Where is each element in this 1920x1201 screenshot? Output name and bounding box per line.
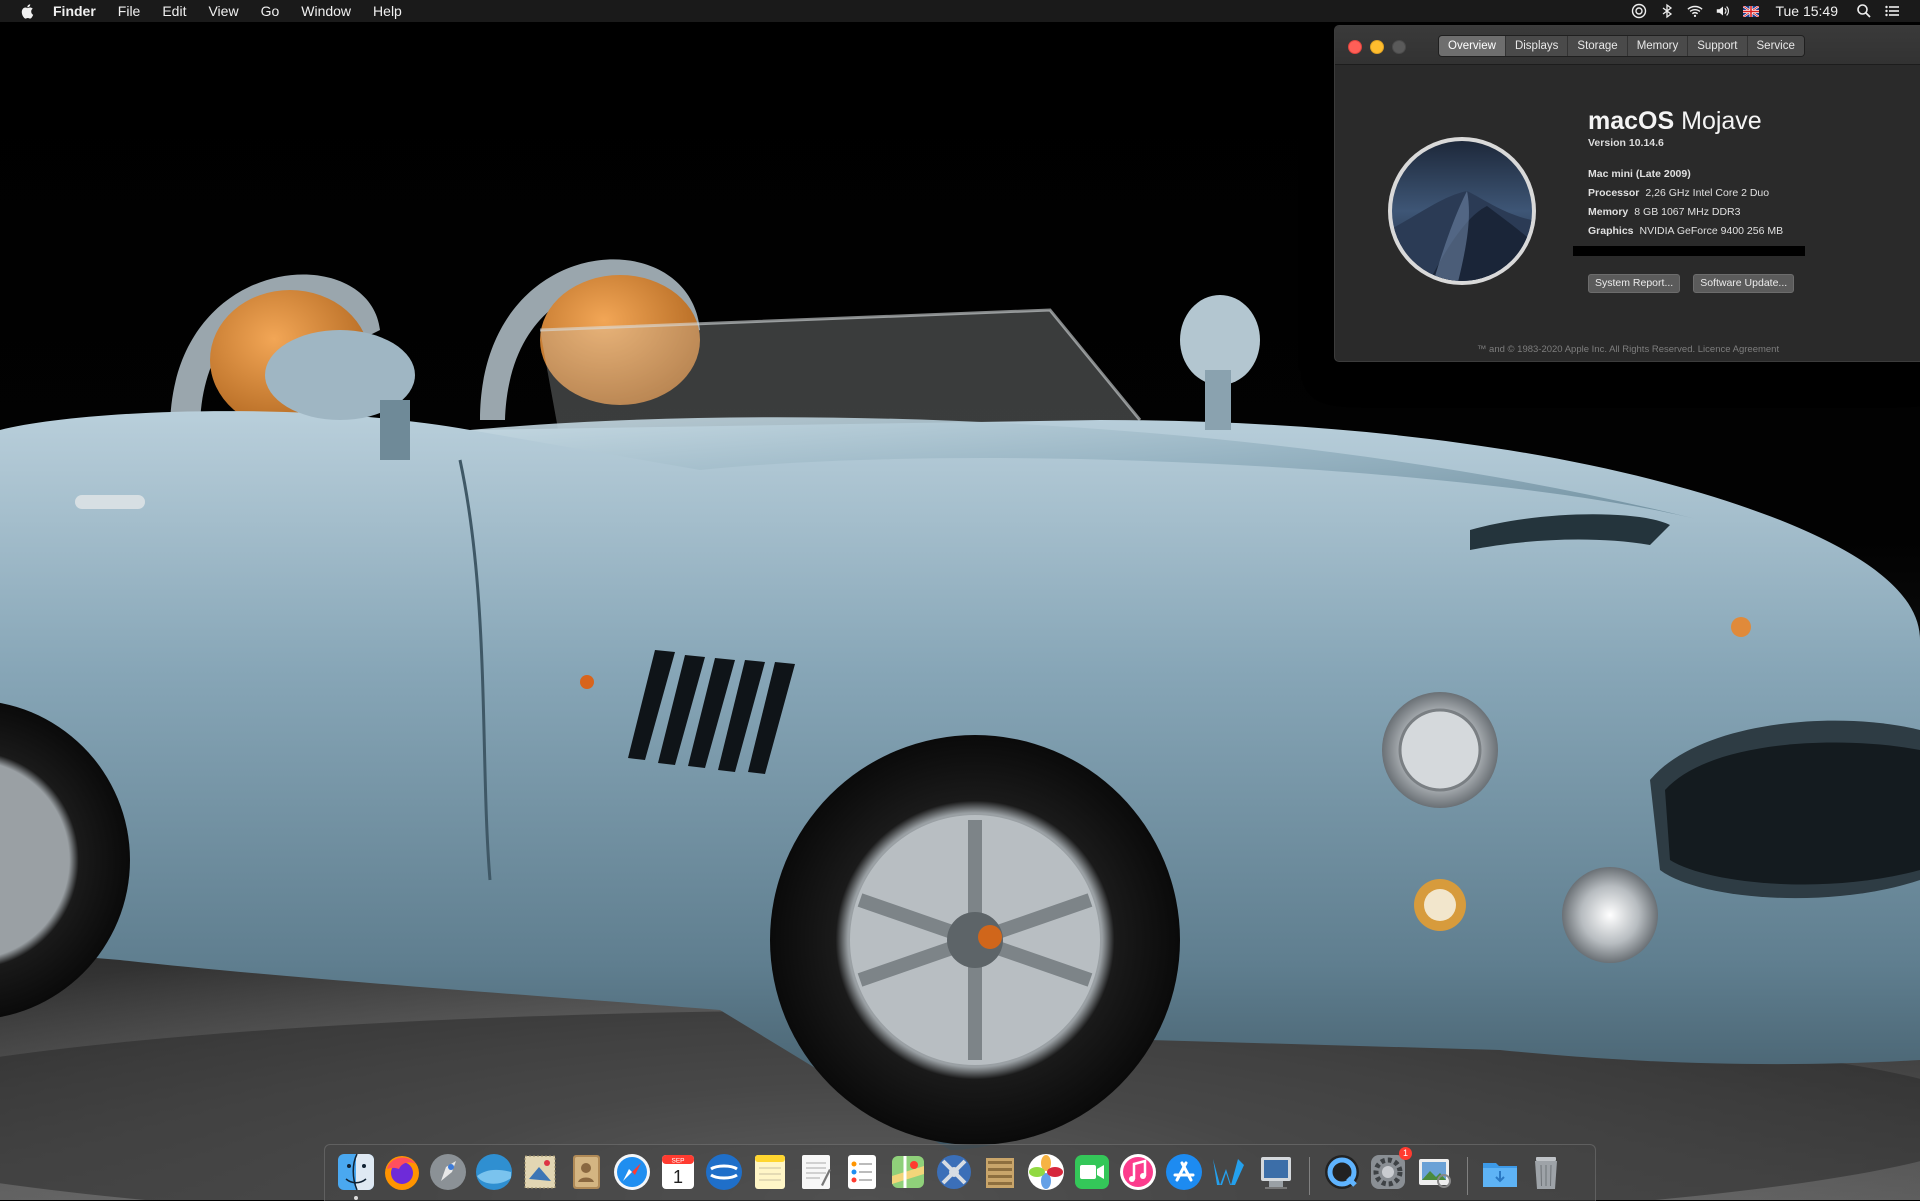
bluetooth-icon[interactable] bbox=[1659, 3, 1675, 19]
dock-photos-icon[interactable] bbox=[1025, 1151, 1067, 1193]
hardware-specs: Mac mini (Late 2009) Processor 2,26 GHz I… bbox=[1573, 165, 1908, 256]
dock-safari-icon[interactable] bbox=[611, 1151, 653, 1193]
model-value: Mac mini (Late 2009) bbox=[1588, 168, 1691, 180]
os-name: macOS Mojave bbox=[1588, 106, 1908, 136]
spotlight-search-icon[interactable] bbox=[1856, 3, 1872, 19]
os-name-bold: macOS bbox=[1588, 107, 1675, 135]
menu-view[interactable]: View bbox=[197, 0, 249, 22]
dock-writer-icon[interactable] bbox=[1209, 1151, 1251, 1193]
menu-help[interactable]: Help bbox=[362, 0, 413, 22]
dock-mail-icon[interactable] bbox=[519, 1151, 561, 1193]
dock-separator bbox=[1467, 1157, 1468, 1195]
dock: SEP 1 1 bbox=[324, 1144, 1596, 1201]
window-titlebar[interactable]: Overview Displays Storage Memory Support… bbox=[1335, 26, 1920, 65]
dock-facetime-icon[interactable] bbox=[1071, 1151, 1113, 1193]
menu-edit[interactable]: Edit bbox=[151, 0, 197, 22]
os-version: Version 10.14.6 bbox=[1588, 137, 1664, 149]
processor-label: Processor bbox=[1588, 187, 1640, 199]
dock-notes-icon[interactable] bbox=[749, 1151, 791, 1193]
notification-center-icon[interactable] bbox=[1884, 3, 1900, 19]
menu-file[interactable]: File bbox=[107, 0, 152, 22]
notification-badge: 1 bbox=[1399, 1147, 1412, 1160]
apple-menu-icon[interactable] bbox=[20, 3, 36, 19]
software-update-button[interactable]: Software Update... bbox=[1693, 274, 1795, 293]
tab-service[interactable]: Service bbox=[1747, 36, 1804, 56]
dock-separator bbox=[1309, 1157, 1310, 1195]
dock-launchpad-icon[interactable] bbox=[427, 1151, 469, 1193]
tab-storage[interactable]: Storage bbox=[1568, 36, 1628, 56]
processor-value: 2,26 GHz Intel Core 2 Duo bbox=[1645, 187, 1770, 199]
dock-reminders-icon[interactable] bbox=[841, 1151, 883, 1193]
memory-row: Memory 8 GB 1067 MHz DDR3 bbox=[1588, 203, 1908, 222]
finder-running-indicator bbox=[354, 1196, 358, 1200]
graphics-value: NVIDIA GeForce 9400 256 MB bbox=[1639, 225, 1784, 237]
menu-app-name[interactable]: Finder bbox=[42, 0, 107, 22]
menu-clock[interactable]: Tue 15:49 bbox=[1765, 3, 1850, 19]
dock-downloads-folder-icon[interactable] bbox=[1479, 1151, 1521, 1193]
dock-system-information-icon[interactable] bbox=[1255, 1151, 1297, 1193]
graphics-label: Graphics bbox=[1588, 225, 1634, 237]
dock-firefox-icon[interactable] bbox=[381, 1151, 423, 1193]
dock-trash-icon[interactable] bbox=[1525, 1151, 1567, 1193]
about-this-mac-window: Overview Displays Storage Memory Support… bbox=[1334, 25, 1920, 362]
memory-label: Memory bbox=[1588, 206, 1629, 218]
calendar-month: SEP bbox=[671, 1158, 684, 1165]
tab-support[interactable]: Support bbox=[1688, 36, 1748, 56]
window-close-button[interactable] bbox=[1348, 40, 1362, 54]
serial-redaction-bar bbox=[1573, 246, 1805, 256]
dock-maps-icon[interactable] bbox=[887, 1151, 929, 1193]
processor-row: Processor 2,26 GHz Intel Core 2 Duo bbox=[1588, 184, 1908, 203]
menu-window[interactable]: Window bbox=[290, 0, 362, 22]
window-zoom-button[interactable] bbox=[1392, 40, 1406, 54]
dock-app-store-icon[interactable] bbox=[1163, 1151, 1205, 1193]
volume-icon[interactable] bbox=[1715, 3, 1731, 19]
dock-finder-icon[interactable] bbox=[335, 1151, 377, 1200]
dock-quicktime-icon[interactable] bbox=[1321, 1151, 1363, 1193]
dock-developer-tool-icon[interactable] bbox=[933, 1151, 975, 1193]
flag-uk-icon[interactable] bbox=[1743, 3, 1760, 19]
tab-overview[interactable]: Overview bbox=[1439, 36, 1506, 56]
siri-like-icon[interactable] bbox=[1631, 3, 1647, 19]
dock-contacts-icon[interactable] bbox=[565, 1151, 607, 1193]
graphics-row: Graphics NVIDIA GeForce 9400 256 MB bbox=[1588, 222, 1908, 241]
tab-bar: Overview Displays Storage Memory Support… bbox=[1438, 35, 1805, 57]
window-minimize-button[interactable] bbox=[1370, 40, 1384, 54]
dock-calendar-icon[interactable]: SEP 1 bbox=[657, 1151, 699, 1193]
menu-go[interactable]: Go bbox=[250, 0, 291, 22]
os-name-light: Mojave bbox=[1681, 107, 1762, 135]
system-report-button[interactable]: System Report... bbox=[1588, 274, 1681, 293]
calendar-day: 1 bbox=[673, 1167, 683, 1187]
dock-preview-icon[interactable] bbox=[1413, 1151, 1455, 1193]
dock-itunes-icon[interactable] bbox=[1117, 1151, 1159, 1193]
macos-mojave-logo-icon bbox=[1387, 136, 1537, 286]
dock-system-preferences-icon[interactable]: 1 bbox=[1367, 1147, 1412, 1193]
dock-textedit-icon[interactable] bbox=[795, 1151, 837, 1193]
tab-displays[interactable]: Displays bbox=[1505, 36, 1569, 56]
model-name: Mac mini (Late 2009) bbox=[1588, 165, 1908, 184]
dock-archive-utility-icon[interactable] bbox=[979, 1151, 1021, 1193]
dock-wave-app-icon[interactable] bbox=[473, 1151, 515, 1193]
menu-bar: Finder File Edit View Go Window Help Tue… bbox=[0, 0, 1920, 22]
wifi-icon[interactable] bbox=[1687, 3, 1704, 19]
system-info-panel: macOS Mojave Version 10.14.6 Mac mini (L… bbox=[1573, 106, 1908, 293]
memory-value: 8 GB 1067 MHz DDR3 bbox=[1634, 206, 1741, 218]
copyright-footer[interactable]: ™ and © 1983-2020 Apple Inc. All Rights … bbox=[1335, 344, 1920, 355]
dock-finder-alt-icon[interactable] bbox=[703, 1151, 745, 1193]
tab-memory[interactable]: Memory bbox=[1627, 36, 1689, 56]
